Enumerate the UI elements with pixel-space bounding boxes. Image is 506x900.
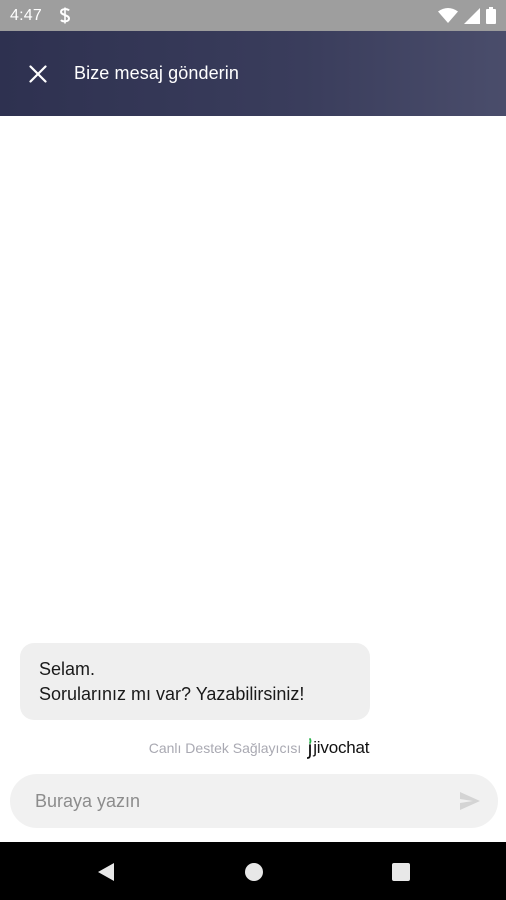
battery-icon — [486, 7, 496, 24]
status-time: 4:47 — [10, 6, 42, 24]
jivochat-logo-text: jivochat — [313, 738, 370, 757]
wifi-icon — [438, 7, 458, 24]
provider-label: Canlı Destek Sağlayıcısı — [148, 740, 302, 756]
message-line: Sorularınız mı var? Yazabilirsiniz! — [39, 684, 305, 704]
recents-icon[interactable] — [390, 861, 412, 883]
app-notification-icon — [58, 7, 74, 25]
chat-header: Bize mesaj gönderin — [0, 31, 506, 116]
status-icons — [438, 7, 496, 24]
cellular-signal-icon — [464, 7, 480, 24]
close-icon[interactable] — [26, 62, 50, 86]
message-input[interactable] — [35, 790, 458, 812]
jivochat-logo[interactable]: jivochat — [307, 737, 369, 759]
agent-message-bubble: Selam. Sorularınız mı var? Yazabilirsini… — [20, 643, 370, 720]
provider-credit: Canlı Destek Sağlayıcısı jivochat — [0, 735, 506, 761]
back-icon[interactable] — [95, 861, 117, 883]
header-title: Bize mesaj gönderin — [74, 63, 239, 83]
status-bar: 4:47 — [0, 0, 506, 31]
send-icon[interactable] — [458, 789, 482, 813]
message-line: Selam. — [39, 659, 96, 679]
composer — [10, 774, 498, 828]
home-icon[interactable] — [243, 861, 265, 883]
system-nav-bar — [0, 842, 506, 900]
